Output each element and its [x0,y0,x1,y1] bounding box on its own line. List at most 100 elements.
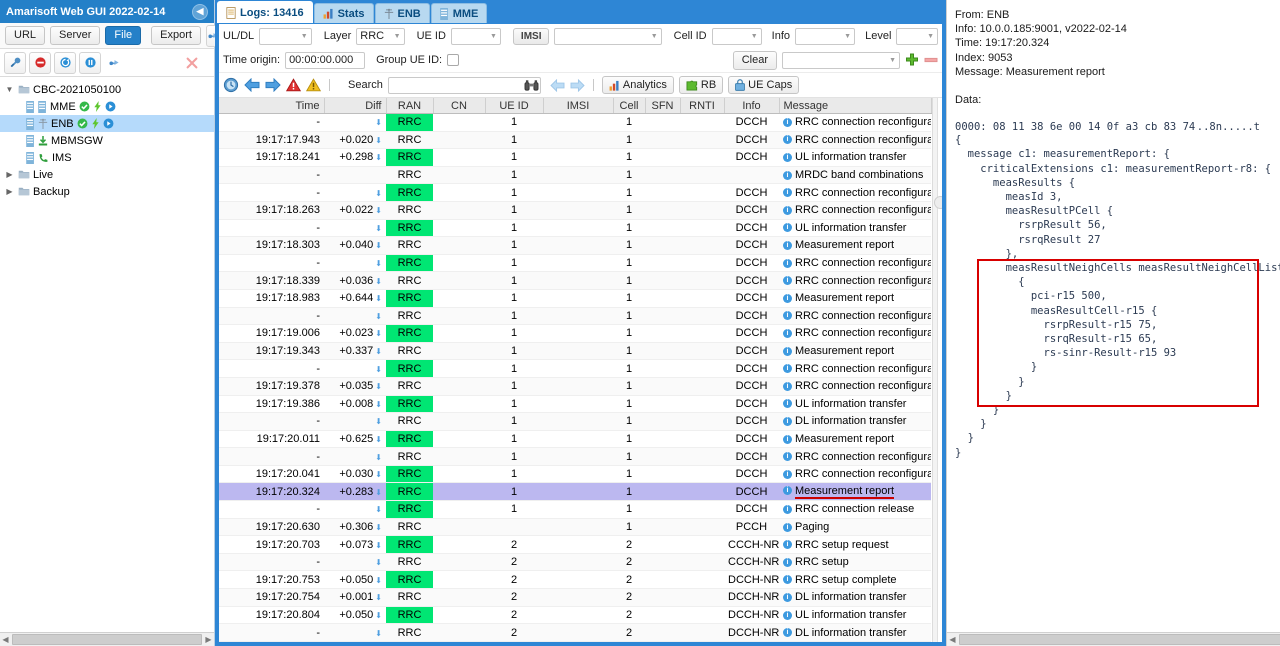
preset-select[interactable]: ▼ [782,51,900,69]
log-vertical-scrollbar[interactable] [931,98,942,642]
table-row[interactable]: 19:17:20.754 +0.001 ⬇ RRC 2 2 DCCH-NR i DL infor… [219,588,931,607]
ueid-select[interactable]: ▼ [450,27,501,45]
table-row[interactable]: - ⬇ RRC 1 1 DCCH i RRC connection release [219,500,931,519]
stop-icon[interactable] [29,51,51,74]
tree-item-cbc[interactable]: ▼ CBC-2021050100 [0,81,214,98]
column-header-diff[interactable]: Diff [324,98,387,114]
table-row[interactable]: - ⬇ RRC 2 2 CCCH-NR i RRC setup [219,553,931,572]
table-row[interactable]: -⬇RRC11DCCHiRRC connection reconfigurati… [219,307,931,326]
tab-mme[interactable]: MME [430,3,488,23]
table-row[interactable]: -⬇RRC11DCCHiRRC connection reconfigurati… [219,254,931,273]
table-row[interactable]: 19:17:18.303 +0.040 ⬇ RRC 1 1 DCCH i Measurement… [219,236,931,255]
group-ueid-checkbox[interactable] [447,54,460,66]
level-select[interactable]: ▼ [896,27,938,45]
table-row[interactable]: 19:17:19.006 +0.023 ⬇ RRC 1 1 DCCH i RRC connect… [219,324,931,343]
table-row[interactable]: -⬇RRC11DCCHiRRC connection reconfigurati… [219,183,931,202]
imsi-button[interactable]: IMSI [512,27,550,45]
table-row[interactable]: -⬇RRC11DCCHiRRC connection reconfigurati… [219,359,931,378]
scrollbar-thumb[interactable] [12,634,202,645]
info-select[interactable]: ▼ [795,27,856,45]
uecaps-button[interactable]: UE Caps [728,76,800,94]
scroll-left-arrow-icon[interactable]: ◀ [947,635,958,644]
clock-icon[interactable] [223,77,239,93]
table-row[interactable]: - ⬇ RRC 2 2 DCCH-NR i DL information transfer [219,623,931,642]
table-row[interactable]: -⬇RRC11DCCHiRRC connection reconfigurati… [219,113,931,132]
minus-icon[interactable] [924,56,938,64]
binoculars-icon[interactable] [524,79,539,92]
table-row[interactable]: - ⬇ RRC 1 1 DCCH i UL information transfer [219,219,931,238]
search-input[interactable] [387,76,541,94]
file-tree[interactable]: ▼ CBC-2021050100 MME ENB MBMSGW IMS ▶ Li… [0,77,214,632]
uldl-select[interactable]: ▼ [259,27,312,45]
time-origin-input[interactable]: 00:00:00.000 [285,51,366,69]
mode-button-server[interactable]: Server [50,26,101,45]
back-arrow-icon[interactable] [244,78,260,92]
tree-item-live[interactable]: ▶ Live [0,166,214,183]
column-header-cell[interactable]: Cell [613,98,646,114]
tab-enb[interactable]: ENB [374,3,430,23]
next-arrow-icon[interactable] [570,78,585,92]
scroll-right-arrow-icon[interactable]: ▶ [203,635,214,644]
layer-select[interactable]: RRC ▼ [356,27,405,45]
table-row[interactable]: 19:17:18.339 +0.036 ⬇ RRC 1 1 DCCH i RRC connect… [219,271,931,290]
column-header-ran[interactable]: RAN [386,98,434,114]
table-row[interactable]: 19:17:20.753 +0.050 ⬇ RRC 2 2 DCCH-NR i RRC setu… [219,570,931,590]
table-row[interactable]: 19:17:18.983 +0.644 ⬇ RRC 1 1 DCCH i Measurement… [219,289,931,308]
warning-icon[interactable] [306,78,321,92]
refresh-icon[interactable] [54,51,76,74]
table-row[interactable]: 19:17:20.630 +0.306 ⬇ RRC 1 PCCH i Paging [219,518,931,537]
table-row[interactable]: 19:17:19.378 +0.035 ⬇ RRC 1 1 DCCH i RRC connect… [219,377,931,396]
chevron-left-icon[interactable]: ◀ [192,3,208,20]
column-header-ueid[interactable]: UE ID [485,98,544,114]
column-header-message[interactable]: Message [779,98,932,114]
close-icon[interactable] [182,53,202,73]
export-button[interactable]: Export [151,26,201,45]
pause-icon[interactable] [79,51,101,74]
prev-arrow-icon[interactable] [550,78,565,92]
table-row[interactable]: 19:17:19.343 +0.337 ⬇ RRC 1 1 DCCH i Measurement… [219,342,931,361]
error-icon[interactable] [286,78,301,92]
scroll-left-arrow-icon[interactable]: ◀ [0,635,11,644]
detail-horizontal-scrollbar[interactable]: ◀ ▶ [947,632,1280,646]
mode-button-file[interactable]: File [105,26,142,45]
column-header-time[interactable]: Time [219,98,325,114]
column-header-sfn[interactable]: SFN [645,98,681,114]
tab-logs[interactable]: Logs: 13416 [217,1,313,23]
forward-arrow-icon[interactable] [265,78,281,92]
column-header-cn[interactable]: CN [433,98,486,114]
plus-icon[interactable] [905,53,919,67]
table-row[interactable]: 19:17:19.386 +0.008 ⬇ RRC 1 1 DCCH i UL informat… [219,395,931,414]
clear-button[interactable]: Clear [732,50,777,70]
table-row[interactable]: 19:17:18.263 +0.022 ⬇ RRC 1 1 DCCH i RRC connect… [219,201,931,220]
table-row[interactable]: - RRC 1 1 i MRDC band combinations [219,166,931,185]
table-row[interactable]: 19:17:20.804 +0.050 ⬇ RRC 2 2 DCCH-NR i UL infor… [219,606,931,625]
analytics-button[interactable]: Analytics [601,76,674,94]
tree-item-ims[interactable]: IMS [0,149,214,166]
rb-button[interactable]: RB [678,76,724,94]
table-row[interactable]: 19:17:20.824+0.020⬇RRC 2 2 DCCH-NRiUL infor… [219,641,931,642]
chevron-down-icon[interactable]: ▼ [4,85,15,94]
column-header-info[interactable]: Info [724,98,780,114]
tree-item-enb[interactable]: ENB [0,115,214,132]
table-row[interactable]: - ⬇ RRC 1 1 DCCH i DL information transfer [219,412,931,431]
table-row[interactable]: 19:17:17.943 +0.020 ⬇ RRC 1 1 DCCH i RRC connect… [219,131,931,150]
table-row[interactable]: 19:17:20.011 +0.625 ⬇ RRC 1 1 DCCH i Measurement… [219,430,931,449]
scrollbar-thumb[interactable] [933,196,942,209]
scrollbar-thumb[interactable] [959,634,1280,645]
imsi-select[interactable]: ▼ [554,27,662,45]
mode-button-url[interactable]: URL [5,26,46,45]
column-header-imsi[interactable]: IMSI [543,98,614,114]
table-row[interactable]: 19:17:18.241 +0.298 ⬇ RRC 1 1 DCCH i UL informat… [219,148,931,167]
plug-icon[interactable] [104,53,124,73]
table-row[interactable]: 19:17:20.324 +0.283 ⬇ RRC 1 1 DCCH i Measurement… [219,482,931,502]
table-row[interactable]: 19:17:20.703 +0.073 ⬇ RRC 2 2 CCCH-NR i RRC setu… [219,535,931,554]
chevron-right-icon[interactable]: ▶ [4,187,15,196]
tree-item-backup[interactable]: ▶ Backup [0,183,214,200]
table-row[interactable]: -⬇RRC11DCCHiRRC connection reconfigurati… [219,447,931,466]
cellid-select[interactable]: ▼ [711,27,762,45]
table-row[interactable]: 19:17:20.041 +0.030 ⬇ RRC 1 1 DCCH i RRC connect… [219,465,931,484]
column-header-rnti[interactable]: RNTI [680,98,725,114]
chevron-right-icon[interactable]: ▶ [4,170,15,179]
tab-stats[interactable]: Stats [313,3,374,23]
tree-item-mme[interactable]: MME [0,98,214,115]
